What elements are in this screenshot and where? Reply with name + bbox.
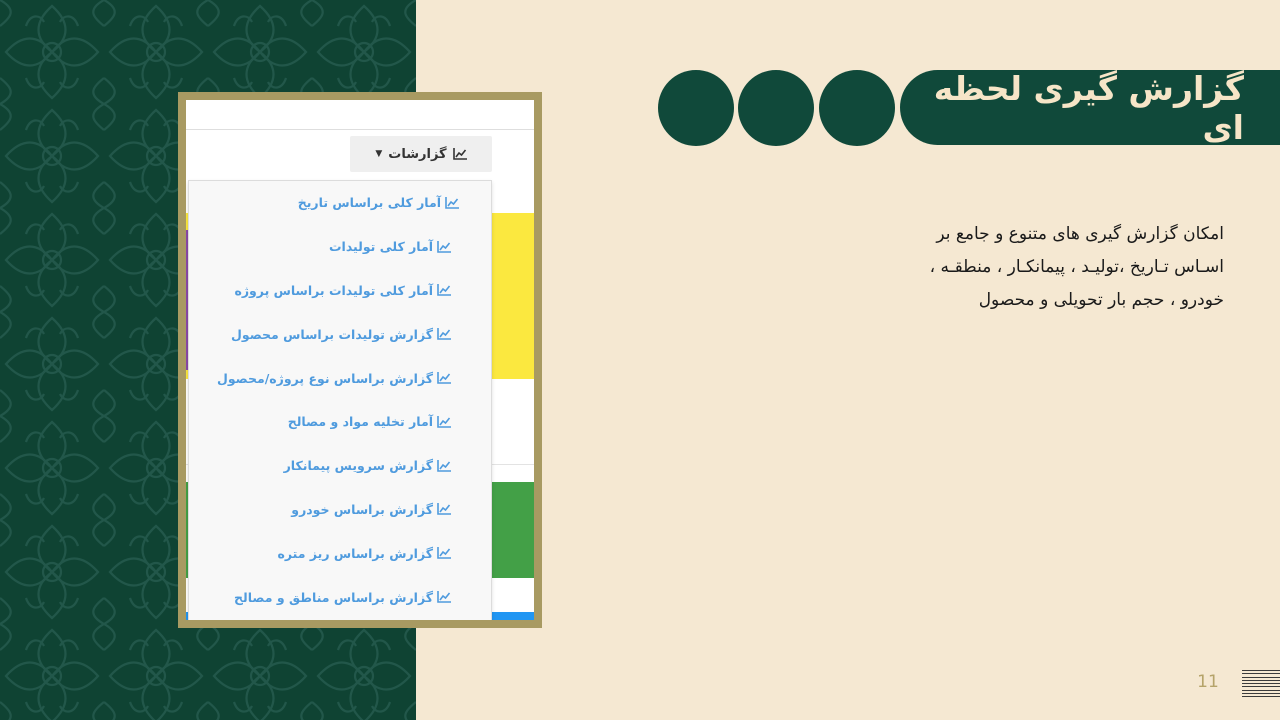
slide-description: امکان گزارش گیری های متنوع و جامع بر اسـ…: [880, 218, 1224, 317]
slide-title: گزارش گیری لحظه ای: [933, 68, 1244, 147]
chart-line-icon: [437, 284, 451, 297]
chart-line-icon: [437, 547, 451, 560]
menu-item-by-region-materials[interactable]: گزارش براساس مناطق و مصالح: [189, 575, 491, 619]
decorative-circle: [658, 70, 734, 146]
chart-line-icon: [452, 148, 467, 160]
menu-item-label: گزارش براساس ریز متره: [277, 545, 433, 561]
title-banner: گزارش گیری لحظه ای: [900, 68, 1280, 147]
menu-item-label: گزارش تولیدات براساس محصول: [231, 326, 433, 342]
menu-item-label: گزارش براساس خودرو: [291, 501, 433, 517]
menu-item-by-project-type[interactable]: گزارش براساس نوع پروژه/محصول: [189, 356, 491, 400]
chart-line-icon: [437, 328, 451, 341]
chart-line-icon: [437, 372, 451, 384]
screenshot-frame: گزارشات ▼ آمار کلی براساس تاریخ آمار کلی…: [178, 92, 542, 628]
chart-line-icon: [437, 503, 451, 516]
decorative-lines-icon: [1242, 670, 1280, 698]
menu-item-label: گزارش براساس نوع پروژه/محصول: [216, 370, 433, 386]
reports-dropdown-button[interactable]: گزارشات ▼: [350, 136, 492, 172]
menu-item-production-by-project[interactable]: آمار کلی تولیدات براساس پروژه: [189, 269, 491, 313]
menu-item-label: گزارش سرویس پیمانکار: [283, 458, 433, 474]
description-line: امکان گزارش گیری های متنوع و جامع بر: [936, 224, 1224, 244]
chart-line-icon: [437, 240, 451, 253]
app-screenshot: گزارشات ▼ آمار کلی براساس تاریخ آمار کلی…: [186, 100, 534, 620]
caret-down-icon: ▼: [375, 149, 383, 159]
chart-line-icon: [437, 415, 451, 428]
description-line: اسـاس تـاریخ ،تولیـد ، پیمانکـار ، منطقـ…: [929, 257, 1224, 277]
chart-line-icon: [445, 196, 459, 209]
chart-line-icon: [437, 591, 451, 603]
decorative-circle: [819, 70, 895, 146]
reports-dropdown-menu: آمار کلی براساس تاریخ آمار کلی تولیدات آ…: [188, 180, 492, 620]
menu-item-label: آمار کلی براساس تاریخ: [297, 195, 441, 211]
menu-item-stats-by-date[interactable]: آمار کلی براساس تاریخ: [189, 181, 491, 225]
menu-item-production-stats[interactable]: آمار کلی تولیدات: [189, 225, 491, 269]
menu-item-production-by-product[interactable]: گزارش تولیدات براساس محصول: [189, 312, 491, 356]
header-divider: [186, 129, 534, 130]
menu-item-label: گزارش براساس مناطق و مصالح: [234, 589, 433, 605]
decorative-circle: [738, 70, 814, 146]
description-line: خودرو ، حجم بار تحویلی و محصول: [978, 290, 1224, 310]
page-number: 11: [1197, 672, 1219, 692]
menu-item-contractor-service[interactable]: گزارش سرویس پیمانکار: [189, 444, 491, 488]
menu-item-unloading-stats[interactable]: آمار تخلیه مواد و مصالح: [189, 400, 491, 444]
menu-item-label: آمار کلی تولیدات براساس پروژه: [234, 282, 433, 298]
chart-line-icon: [437, 459, 451, 472]
reports-button-label: گزارشات: [388, 146, 447, 162]
menu-item-label: آمار کلی تولیدات: [328, 239, 433, 255]
menu-item-label: آمار تخلیه مواد و مصالح: [287, 414, 433, 430]
menu-item-by-vehicle[interactable]: گزارش براساس خودرو: [189, 488, 491, 532]
menu-item-by-detailed-measure[interactable]: گزارش براساس ریز متره: [189, 531, 491, 575]
